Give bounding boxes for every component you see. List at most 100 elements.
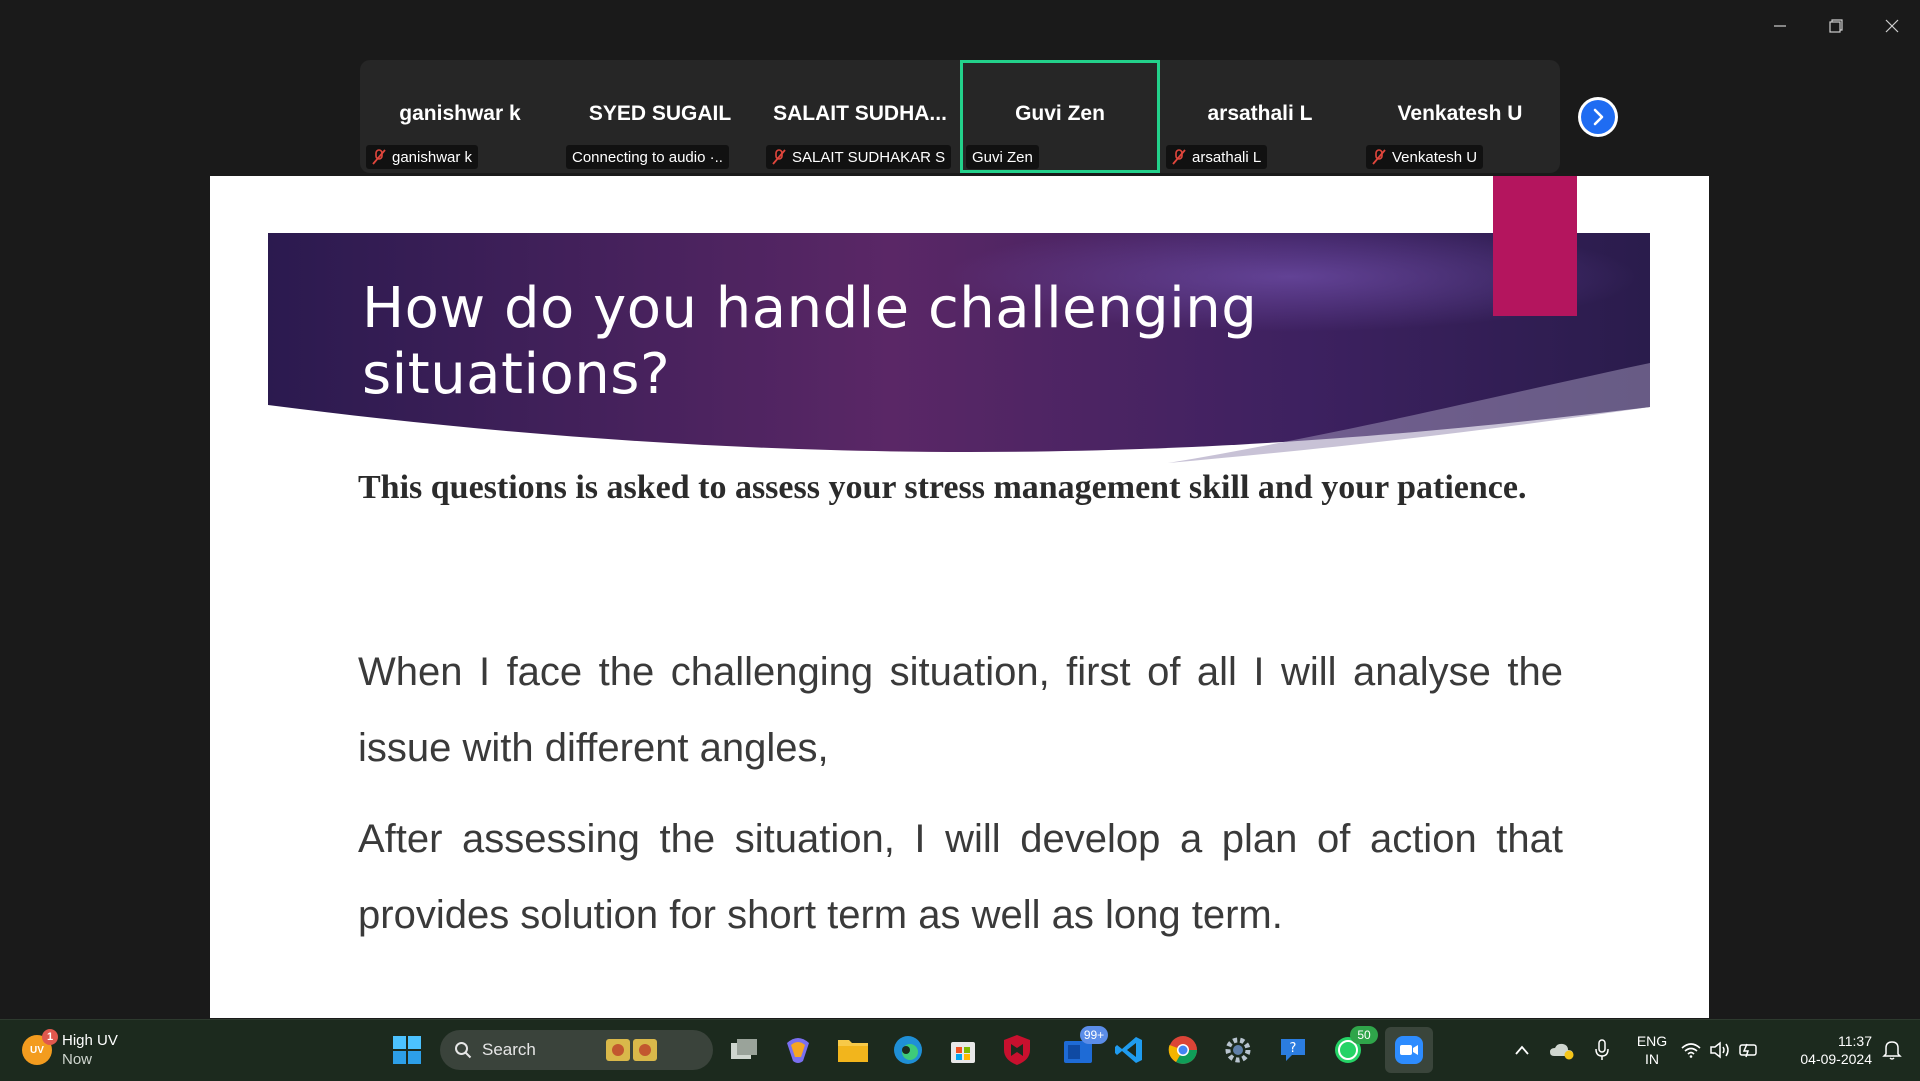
windows-icon (393, 1036, 421, 1064)
gear-icon (1225, 1037, 1251, 1063)
mic-muted-icon (1172, 149, 1186, 165)
folder-icon (838, 1040, 868, 1062)
participant-name: Guvi Zen (1015, 102, 1105, 125)
teams-button[interactable]: 99+ (1060, 1026, 1108, 1068)
participant-tile[interactable]: arsathali L arsathali L (1160, 60, 1360, 173)
microphone-button[interactable] (1584, 1032, 1620, 1068)
participant-name: SALAIT SUDHA... (773, 102, 947, 125)
microphone-icon (1595, 1039, 1609, 1060)
help-chat-icon: ? (1281, 1039, 1305, 1061)
chevron-right-icon (1593, 108, 1604, 126)
vscode-button[interactable] (1111, 1032, 1147, 1068)
restore-button[interactable] (1808, 8, 1864, 44)
participant-name: ganishwar k (399, 102, 521, 125)
svg-text:?: ? (1290, 1041, 1297, 1056)
notification-badge: 99+ (1080, 1026, 1108, 1044)
language-line2: IN (1645, 1051, 1659, 1067)
participant-tile[interactable]: ganishwar k ganishwar k (360, 60, 560, 173)
start-button[interactable] (389, 1032, 425, 1068)
help-button[interactable]: ? (1275, 1032, 1311, 1068)
task-view-button[interactable] (726, 1032, 762, 1068)
notification-badge: 50 (1350, 1026, 1378, 1044)
taskbar: UV 1 High UV Now Search 99+ ? 50 ENG IN … (0, 1019, 1920, 1081)
mic-muted-icon (1372, 149, 1386, 165)
slide-paragraph-2: After assessing the situation, I will de… (358, 817, 1563, 937)
restore-icon (1829, 19, 1843, 33)
mic-muted-icon (372, 149, 386, 165)
store-button[interactable] (945, 1032, 981, 1068)
whatsapp-button[interactable]: 50 (1330, 1026, 1378, 1068)
search-icon (455, 1042, 472, 1059)
participant-tile[interactable]: SYED SUGAIL Connecting to audio ·.. (560, 60, 760, 173)
accent-bar (1493, 176, 1577, 316)
weather-badge: 1 (42, 1029, 58, 1045)
search-highlight-icon (605, 1039, 657, 1061)
participant-label: Connecting to audio ·.. (566, 145, 729, 169)
search-label: Search (482, 1040, 536, 1059)
weather-uv-icon: UV 1 (22, 1029, 58, 1065)
close-button[interactable] (1864, 8, 1920, 44)
mcafee-shield-icon (1004, 1035, 1030, 1065)
file-explorer-button[interactable] (835, 1032, 871, 1068)
cloud-warning-icon (1550, 1043, 1574, 1060)
participant-label-text: ganishwar k (392, 148, 473, 166)
wifi-icon (1681, 1043, 1701, 1058)
weather-title: High UV (62, 1032, 118, 1049)
minimize-button[interactable] (1752, 8, 1808, 44)
mcafee-button[interactable] (999, 1032, 1035, 1068)
onedrive-button[interactable] (1544, 1032, 1580, 1068)
next-participants-button[interactable] (1578, 97, 1618, 137)
participant-label-text: Guvi Zen (972, 148, 1033, 166)
participant-label: SALAIT SUDHAKAR S (766, 145, 952, 169)
slide-subtitle: This questions is asked to assess your s… (358, 469, 1527, 506)
participant-label: arsathali L (1166, 145, 1268, 169)
language-indicator[interactable]: ENG IN (1627, 1032, 1677, 1068)
task-view-icon (731, 1039, 757, 1059)
weather-widget[interactable]: UV 1 High UV Now (22, 1029, 118, 1069)
zoom-icon (1395, 1036, 1423, 1064)
notifications-button[interactable] (1874, 1032, 1910, 1068)
volume-icon (1710, 1041, 1729, 1059)
participant-label-text: SALAIT SUDHAKAR S (792, 148, 946, 166)
participant-tile[interactable]: Venkatesh U Venkatesh U (1360, 60, 1560, 173)
chrome-icon (1168, 1036, 1197, 1064)
minimize-icon (1774, 25, 1786, 27)
chrome-button[interactable] (1165, 1032, 1201, 1068)
participant-label: Guvi Zen (966, 145, 1039, 169)
store-icon (951, 1042, 975, 1063)
participant-name: Venkatesh U (1397, 102, 1523, 125)
edge-icon (894, 1036, 922, 1064)
bell-icon (1882, 1041, 1902, 1060)
vscode-icon (1115, 1037, 1142, 1063)
copilot-button[interactable] (780, 1032, 816, 1068)
mic-muted-icon (772, 149, 786, 165)
participant-label: Venkatesh U (1366, 145, 1484, 169)
show-hidden-icons-button[interactable] (1504, 1032, 1540, 1068)
clock-date: 04-09-2024 (1800, 1051, 1872, 1067)
participant-strip: ganishwar k ganishwar k SYED SUGAIL Conn… (360, 60, 1560, 173)
participant-label-text: Venkatesh U (1392, 148, 1478, 166)
settings-button[interactable] (1220, 1032, 1256, 1068)
slide-title: How do you handle challenging situations… (362, 276, 1258, 407)
edge-button[interactable] (890, 1032, 926, 1068)
network-volume-battery[interactable] (1678, 1032, 1762, 1068)
language-line1: ENG (1636, 1033, 1668, 1049)
participant-label-text: arsathali L (1192, 148, 1262, 166)
window-controls (1752, 8, 1920, 44)
zoom-button[interactable] (1385, 1027, 1433, 1073)
clock-time: 11:37 (1838, 1033, 1872, 1049)
weather-icon-text: UV (30, 1044, 44, 1056)
participant-tile-active[interactable]: Guvi Zen Guvi Zen (960, 60, 1160, 173)
shared-slide: How do you handle challenging situations… (210, 176, 1709, 1018)
participant-tile[interactable]: SALAIT SUDHA... SALAIT SUDHAKAR S (760, 60, 960, 173)
taskbar-search[interactable]: Search (440, 1030, 713, 1070)
chevron-up-icon (1515, 1045, 1529, 1055)
participant-name: arsathali L (1207, 102, 1313, 125)
close-icon (1885, 19, 1899, 33)
copilot-icon (787, 1038, 809, 1063)
participant-name: SYED SUGAIL (588, 102, 732, 125)
battery-icon (1739, 1043, 1757, 1058)
participant-label: ganishwar k (366, 145, 479, 169)
slide-paragraph-1: When I face the challenging situation, f… (358, 650, 1563, 770)
clock[interactable]: 11:37 04-09-2024 (1782, 1032, 1872, 1068)
